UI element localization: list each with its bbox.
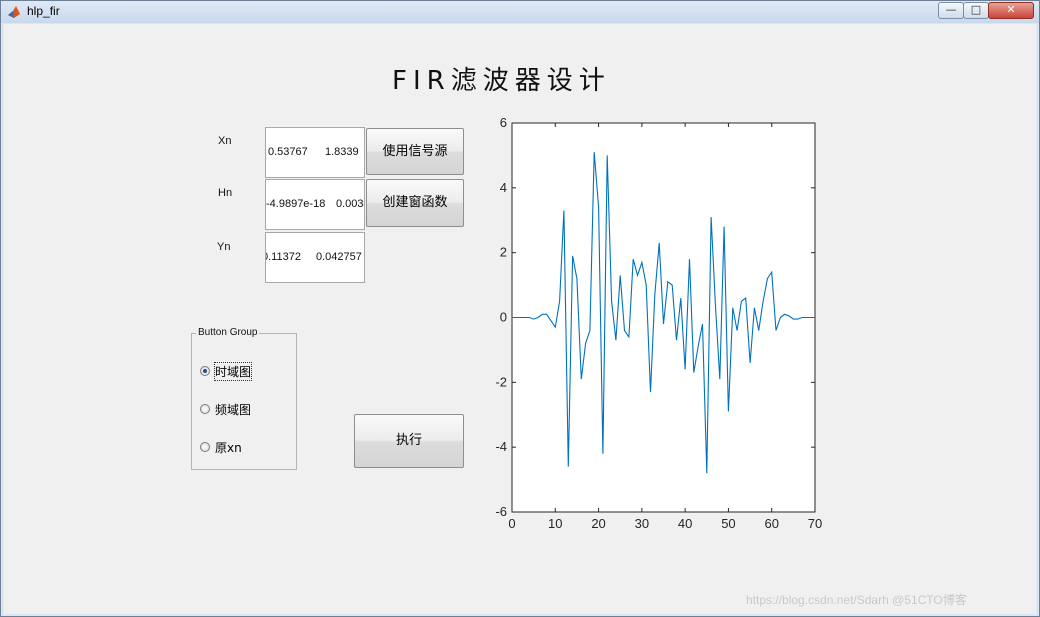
x-tick-label: 70: [808, 516, 822, 531]
hn-label: Hn: [218, 187, 233, 199]
button-group-title: Button Group: [196, 327, 260, 338]
y-tick-label: 2: [500, 245, 507, 260]
yn-label: Yn: [217, 241, 231, 253]
hn-value-2: 0.0034: [336, 198, 364, 210]
page-title: FIR滤波器设计: [392, 66, 611, 96]
xn-value-1: 0.53767: [268, 146, 308, 158]
xn-label: Xn: [218, 135, 232, 147]
hn-value-1: -4.9897e-18: [266, 198, 326, 210]
hn-field[interactable]: -4.9897e-18 0.0034: [265, 179, 365, 230]
time-domain-plot: 0 10 20 30 40 50 60 70 -6 -4 -2 0 2 4 6: [495, 116, 822, 531]
radio-icon: [200, 442, 210, 452]
yn-value-2: 0.042757: [316, 251, 362, 263]
radio-label: 原xn: [215, 441, 242, 455]
y-tick-label: 0: [500, 310, 507, 325]
x-tick-label: 50: [721, 516, 735, 531]
app-window: hlp_fir — □ ✕ FIR滤波器设计 Xn Hn Yn 0.53767 …: [0, 0, 1040, 617]
x-tick-label: 20: [591, 516, 605, 531]
figure-area: FIR滤波器设计 Xn Hn Yn 0.53767 1.8339 -4.9897…: [4, 24, 1036, 614]
x-tick-label: 60: [764, 516, 778, 531]
title-bar[interactable]: hlp_fir — □ ✕: [1, 1, 1039, 23]
minimize-button[interactable]: —: [938, 2, 964, 19]
execute-button[interactable]: 执行: [354, 414, 464, 468]
yn-field[interactable]: 0.11372 0.042757: [265, 232, 365, 283]
close-button[interactable]: ✕: [988, 2, 1034, 19]
xn-value-2: 1.8339: [325, 146, 359, 158]
radio-selected-icon: [200, 366, 210, 376]
window-title: hlp_fir: [27, 4, 60, 18]
radio-label: 频域图: [215, 403, 252, 417]
radio-label: 时域图: [213, 362, 253, 381]
y-tick-label: -4: [495, 439, 507, 454]
matlab-icon: [8, 6, 20, 18]
maximize-button[interactable]: □: [963, 2, 989, 19]
x-tick-label: 0: [508, 516, 515, 531]
y-tick-label: 6: [500, 116, 507, 130]
yn-value-1: 0.11372: [265, 251, 301, 263]
button-group: Button Group 时域图 频域图 原xn: [191, 327, 297, 470]
y-tick-label: -2: [495, 374, 507, 389]
y-tick-label: 4: [500, 180, 507, 195]
x-tick-label: 40: [678, 516, 692, 531]
watermark: https://blog.csdn.net/Sdarh @51CTO博客: [746, 593, 967, 607]
create-window-button[interactable]: 创建窗函数: [366, 179, 464, 227]
radio-icon: [200, 404, 210, 414]
xn-field[interactable]: 0.53767 1.8339: [265, 127, 365, 178]
x-tick-label: 10: [548, 516, 562, 531]
x-tick-label: 30: [635, 516, 649, 531]
y-tick-label: -6: [495, 504, 507, 519]
use-source-button[interactable]: 使用信号源: [366, 128, 464, 175]
